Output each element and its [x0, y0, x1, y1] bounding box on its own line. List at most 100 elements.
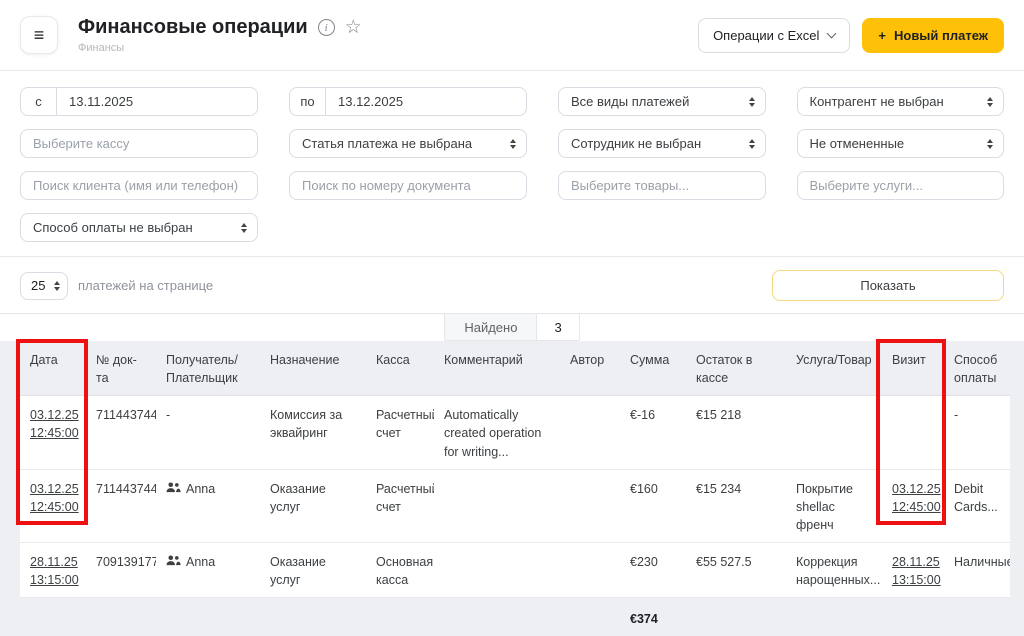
- payer-name[interactable]: Anna: [186, 480, 215, 498]
- col-header-author: Автор: [560, 341, 620, 396]
- date-to-field[interactable]: по: [289, 87, 527, 116]
- col-header-sum: Сумма: [620, 341, 686, 396]
- per-page-label: платежей на странице: [78, 278, 213, 293]
- results-tabs: Найдено 3: [0, 313, 1024, 341]
- sum-cell: €160: [620, 469, 686, 542]
- updown-caret-icon: [987, 97, 993, 107]
- hamburger-icon: ≡: [34, 25, 45, 46]
- col-header-date: Дата: [20, 341, 86, 396]
- star-icon[interactable]: ☆: [345, 18, 362, 37]
- menu-button[interactable]: ≡: [20, 16, 58, 54]
- payer-cell: Anna: [166, 480, 252, 498]
- counterparty-select[interactable]: Контрагент не выбран: [797, 87, 1005, 116]
- payment-type-select[interactable]: Все виды платежей: [558, 87, 766, 116]
- updown-caret-icon: [749, 97, 755, 107]
- info-icon[interactable]: i: [318, 19, 335, 36]
- payment-type-value: Все виды платежей: [571, 94, 689, 109]
- clients-icon: [166, 482, 181, 493]
- author-cell: [560, 469, 620, 542]
- cashbox-field[interactable]: [20, 129, 258, 158]
- table-row: 03.12.25 12:45:00 711443744 - Комиссия з…: [20, 396, 1010, 469]
- services-field[interactable]: [797, 171, 1005, 200]
- client-search-field[interactable]: [20, 171, 258, 200]
- col-header-comment: Комментарий: [434, 341, 560, 396]
- col-header-purpose: Назначение: [260, 341, 366, 396]
- date-to-label: по: [290, 88, 326, 115]
- comment-cell: [434, 469, 560, 542]
- service-cell: [786, 396, 882, 469]
- visit-link[interactable]: 28.11.25 13:15:00: [892, 555, 941, 587]
- table-row: 03.12.25 12:45:00 711443744 Anna Оказани…: [20, 469, 1010, 542]
- per-page-value: 25: [31, 278, 45, 293]
- service-cell: Покрытие shellac френч: [786, 469, 882, 542]
- counterparty-value: Контрагент не выбран: [810, 94, 944, 109]
- updown-caret-icon: [241, 223, 247, 233]
- comment-cell: Automatically created operation for writ…: [434, 396, 560, 469]
- balance-cell: €15 218: [686, 396, 786, 469]
- date-link[interactable]: 28.11.25 13:15:00: [30, 555, 79, 587]
- payment-method-select[interactable]: Способ оплаты не выбран: [20, 213, 258, 242]
- date-link[interactable]: 03.12.25 12:45:00: [30, 482, 79, 514]
- date-from-field[interactable]: с: [20, 87, 258, 116]
- excel-operations-label: Операции с Excel: [713, 28, 819, 43]
- payment-article-value: Статья платежа не выбрана: [302, 136, 472, 151]
- col-header-cashbox: Касса: [366, 341, 434, 396]
- visit-link[interactable]: 03.12.25 12:45:00: [892, 482, 941, 514]
- show-button[interactable]: Показать: [772, 270, 1004, 301]
- cashbox-input[interactable]: [21, 136, 257, 151]
- document-search-field[interactable]: [289, 171, 527, 200]
- date-from-label: с: [21, 88, 57, 115]
- date-link[interactable]: 03.12.25 12:45:00: [30, 408, 79, 440]
- excel-operations-button[interactable]: Операции с Excel: [698, 18, 850, 53]
- employee-select[interactable]: Сотрудник не выбран: [558, 129, 766, 158]
- doc-number-cell: 709139177: [86, 543, 156, 598]
- found-count-tab[interactable]: 3: [536, 314, 579, 341]
- service-cell: Коррекция нарощенных...: [786, 543, 882, 598]
- new-payment-label: Новый платеж: [894, 28, 988, 43]
- found-label: Найдено: [444, 314, 536, 341]
- plus-icon: +: [878, 28, 886, 43]
- table-total-row: €374: [20, 598, 1010, 636]
- goods-field[interactable]: [558, 171, 766, 200]
- employee-value: Сотрудник не выбран: [571, 136, 701, 151]
- title-block: Финансовые операции i ☆ Финансы: [78, 16, 362, 54]
- filters-panel: с по Все виды платежей Контрагент не выб…: [0, 71, 1024, 256]
- payment-method-cell: Наличные: [944, 543, 1010, 598]
- purpose-cell: Комиссия за эквайринг: [260, 396, 366, 469]
- client-search-input[interactable]: [21, 178, 257, 193]
- doc-number-cell: 711443744: [86, 396, 156, 469]
- per-page-select[interactable]: 25: [20, 272, 68, 300]
- date-to-input[interactable]: [326, 94, 526, 109]
- payer-cell: Anna: [166, 553, 252, 571]
- cancelled-value: Не отмененные: [810, 136, 905, 151]
- sum-cell: €-16: [620, 396, 686, 469]
- services-input[interactable]: [798, 178, 1004, 193]
- total-sum: €374: [620, 598, 686, 636]
- goods-input[interactable]: [559, 178, 765, 193]
- page-title: Финансовые операции: [78, 16, 308, 39]
- payer-name[interactable]: Anna: [186, 553, 215, 571]
- balance-cell: €15 234: [686, 469, 786, 542]
- col-header-method: Способ оплаты: [944, 341, 1010, 396]
- col-header-payer: Получатель/ Плательщик: [156, 341, 260, 396]
- payer-cell: -: [156, 396, 260, 469]
- chevron-down-icon: [827, 28, 837, 38]
- payment-method-cell: -: [944, 396, 1010, 469]
- author-cell: [560, 396, 620, 469]
- cashbox-cell: Расчетный счет: [366, 396, 434, 469]
- cancelled-select[interactable]: Не отмененные: [797, 129, 1005, 158]
- payment-method-value: Способ оплаты не выбран: [33, 220, 193, 235]
- new-payment-button[interactable]: + Новый платеж: [862, 18, 1004, 53]
- col-header-visit: Визит: [882, 341, 944, 396]
- updown-caret-icon: [749, 139, 755, 149]
- cashbox-cell: Основная касса: [366, 543, 434, 598]
- clients-icon: [166, 555, 181, 566]
- payment-method-cell: Debit Cards...: [944, 469, 1010, 542]
- purpose-cell: Оказание услуг: [260, 543, 366, 598]
- date-from-input[interactable]: [57, 94, 257, 109]
- visit-cell: [882, 396, 944, 469]
- document-search-input[interactable]: [290, 178, 526, 193]
- updown-caret-icon: [54, 281, 60, 291]
- table-header-row: Дата № док-та Получатель/ Плательщик Наз…: [20, 341, 1010, 396]
- payment-article-select[interactable]: Статья платежа не выбрана: [289, 129, 527, 158]
